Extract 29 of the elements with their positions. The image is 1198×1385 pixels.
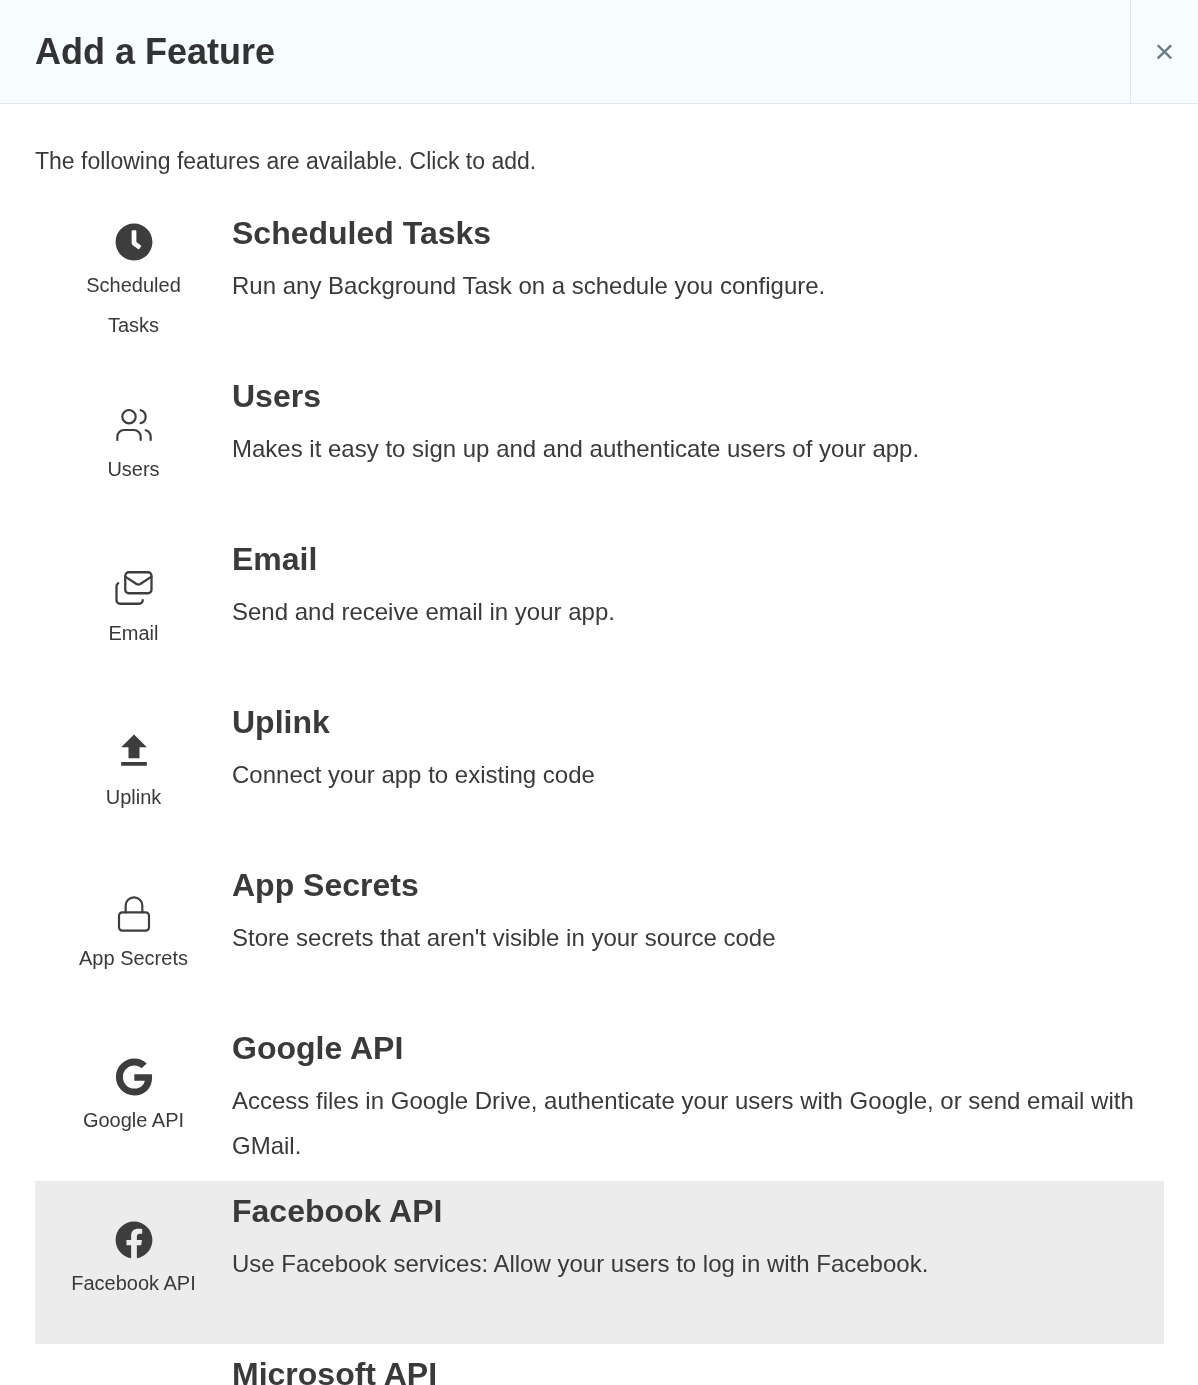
dialog-title: Add a Feature	[35, 29, 276, 74]
facebook-icon	[114, 1221, 153, 1259]
feature-title: Facebook API	[232, 1191, 444, 1231]
feature-title: Google API	[232, 1028, 405, 1068]
feature-description: Makes it easy to sign up and and authenticate users of your app.	[232, 433, 921, 464]
feature-description: Send and receive email in your app.	[232, 596, 616, 627]
feature-label: Google API	[82, 1108, 185, 1133]
feature-label: Users	[107, 457, 160, 482]
feature-title: Scheduled Tasks	[232, 213, 493, 253]
google-icon	[114, 1058, 153, 1096]
feature-label: Email	[108, 621, 159, 646]
feature-label: App Secrets	[79, 946, 188, 971]
feature-title: Email	[232, 539, 319, 579]
feature-label: Uplink	[105, 785, 162, 810]
feature-description: Use Facebook services: Allow your users to log in with Facebook.	[232, 1248, 930, 1279]
feature-description: Store secrets that aren't visible in your source code	[232, 922, 777, 953]
feature-title: Users	[232, 376, 322, 416]
feature-label: Scheduled Tasks	[85, 273, 182, 338]
feature-label: Facebook API	[71, 1271, 196, 1296]
feature-title: Microsoft API	[232, 1354, 439, 1385]
intro-text: The following features are available. Click to add.	[35, 147, 538, 176]
feature-title: Uplink	[232, 702, 331, 742]
feature-title: App Secrets	[232, 865, 420, 905]
clock-icon	[114, 223, 153, 261]
feature-description: Connect your app to existing code	[232, 759, 596, 790]
feature-description: Run any Background Task on a schedule you configure.	[232, 270, 827, 301]
close-button[interactable]: ×	[1130, 0, 1198, 103]
feature-description: Access files in Google Drive, authenticate your users with Google, or send email with GMail.	[232, 1085, 1135, 1161]
feature-row[interactable]: Facebook API Facebook API Use Facebook services: Allow your users to log in with Facebook.	[35, 1180, 1164, 1344]
